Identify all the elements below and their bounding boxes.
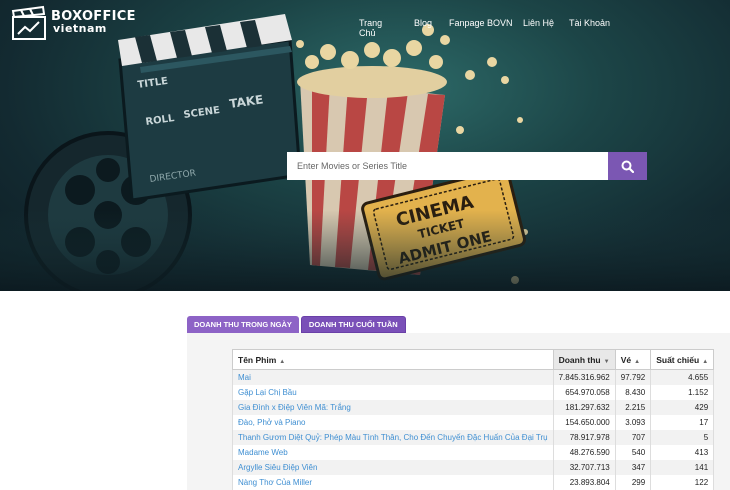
movie-title-link[interactable]: Gia Đình x Điệp Viên Mã: Trắng: [232, 399, 554, 415]
movie-title-link[interactable]: Madame Web: [232, 444, 554, 460]
movie-title-link[interactable]: Thanh Gươm Diệt Quỷ: Phép Màu Tình Thân,…: [232, 429, 554, 445]
search-bar: [287, 152, 647, 180]
movie-title-link[interactable]: Nàng Thơ Của Miller: [232, 474, 554, 490]
column-header-title[interactable]: Tên Phim ▲: [232, 349, 554, 370]
revenue-cell: 23.893.804: [552, 474, 616, 490]
sort-asc-icon: ▲: [634, 358, 641, 365]
table-row: Nàng Thơ Của Miller 23.893.804 299 122: [232, 474, 715, 490]
showings-cell: 4.655: [650, 369, 715, 385]
brand-name: BOXOFFICE vietnam: [51, 10, 136, 35]
tickets-cell: 8.430: [614, 384, 652, 400]
revenue-cell: 7.845.316.962: [552, 369, 616, 385]
tickets-cell: 3.093: [614, 414, 652, 430]
showings-cell: 5: [650, 429, 715, 445]
search-input[interactable]: [287, 152, 608, 180]
sort-asc-icon: ▲: [279, 358, 286, 365]
showings-cell: 1.152: [650, 384, 715, 400]
revenue-cell: 32.707.713: [552, 459, 616, 475]
column-label: Tên Phim: [238, 354, 277, 365]
column-label: Vé: [620, 354, 632, 365]
cinema-illustration: TITLE ROLL SCENE TAKE DIRECTOR: [0, 14, 730, 291]
revenue-cell: 654.970.058: [552, 384, 616, 400]
sort-desc-icon: ▼: [603, 358, 610, 365]
tickets-cell: 299: [614, 474, 652, 490]
showings-cell: 429: [650, 399, 715, 415]
tickets-cell: 347: [614, 459, 652, 475]
box-office-table: Tên Phim ▲ Doanh thu ▼ Vé ▲ Suất chiếu ▲ Mai…: [232, 349, 715, 490]
revenue-cell: 154.650.000: [552, 414, 616, 430]
nav-trang-chu[interactable]: Trang Chủ: [359, 18, 382, 38]
tab-weekend-revenue[interactable]: DOANH THU CUỐI TUẦN: [300, 316, 406, 333]
table-row: Argylle Siêu Điệp Viên 32.707.713 347 14…: [232, 459, 715, 475]
column-label: Doanh thu: [558, 354, 601, 365]
tab-daily-revenue[interactable]: DOANH THU TRONG NGÀY: [187, 316, 299, 333]
movie-title-link[interactable]: Đào, Phở và Piano: [232, 414, 554, 430]
movie-title-link[interactable]: Argylle Siêu Điệp Viên: [232, 459, 554, 475]
nav-lien-he[interactable]: Liên Hệ: [523, 18, 554, 28]
showings-cell: 141: [650, 459, 715, 475]
showings-cell: 17: [650, 414, 715, 430]
table-row: Madame Web 48.276.590 540 413: [232, 444, 715, 460]
clapper-logo-icon: [11, 5, 46, 40]
nav-tai-khoan[interactable]: Tài Khoản: [569, 18, 610, 28]
tickets-cell: 540: [614, 444, 652, 460]
showings-cell: 122: [650, 474, 715, 490]
brand-line2: vietnam: [53, 22, 107, 35]
table-row: Thanh Gươm Diệt Quỷ: Phép Màu Tình Thân,…: [232, 429, 715, 445]
revenue-cell: 78.917.978: [552, 429, 616, 445]
clapperboard-icon: TITLE ROLL SCENE TAKE DIRECTOR: [118, 14, 302, 202]
revenue-cell: 48.276.590: [552, 444, 616, 460]
movie-title-link[interactable]: Gặp Lại Chị Bầu: [232, 384, 554, 400]
revenue-cell: 181.297.632: [552, 399, 616, 415]
showings-cell: 413: [650, 444, 715, 460]
search-icon: [621, 160, 634, 173]
table-row: Mai 7.845.316.962 97.792 4.655: [232, 369, 715, 385]
tickets-cell: 707: [614, 429, 652, 445]
nav-fanpage[interactable]: Fanpage BOVN: [449, 18, 513, 28]
column-header-tickets[interactable]: Vé ▲: [614, 349, 652, 370]
sort-asc-icon: ▲: [702, 358, 709, 365]
revenue-tabs: DOANH THU TRONG NGÀY DOANH THU CUỐI TUẦN: [187, 316, 406, 333]
table-row: Đào, Phở và Piano 154.650.000 3.093 17: [232, 414, 715, 430]
hero-banner: TITLE ROLL SCENE TAKE DIRECTOR BOXOFFICE…: [0, 0, 730, 291]
movie-title-link[interactable]: Mai: [232, 369, 554, 385]
nav-blog[interactable]: Blog: [414, 18, 432, 28]
search-button[interactable]: [608, 152, 647, 180]
column-header-revenue[interactable]: Doanh thu ▼: [552, 349, 616, 370]
table-row: Gia Đình x Điệp Viên Mã: Trắng 181.297.6…: [232, 399, 715, 415]
column-label: Suất chiếu: [656, 354, 700, 365]
tickets-cell: 97.792: [614, 369, 652, 385]
table-row: Gặp Lại Chị Bầu 654.970.058 8.430 1.152: [232, 384, 715, 400]
column-header-showings[interactable]: Suất chiếu ▲: [650, 349, 715, 370]
brand-logo[interactable]: BOXOFFICE vietnam: [11, 5, 136, 41]
tickets-cell: 2.215: [614, 399, 652, 415]
